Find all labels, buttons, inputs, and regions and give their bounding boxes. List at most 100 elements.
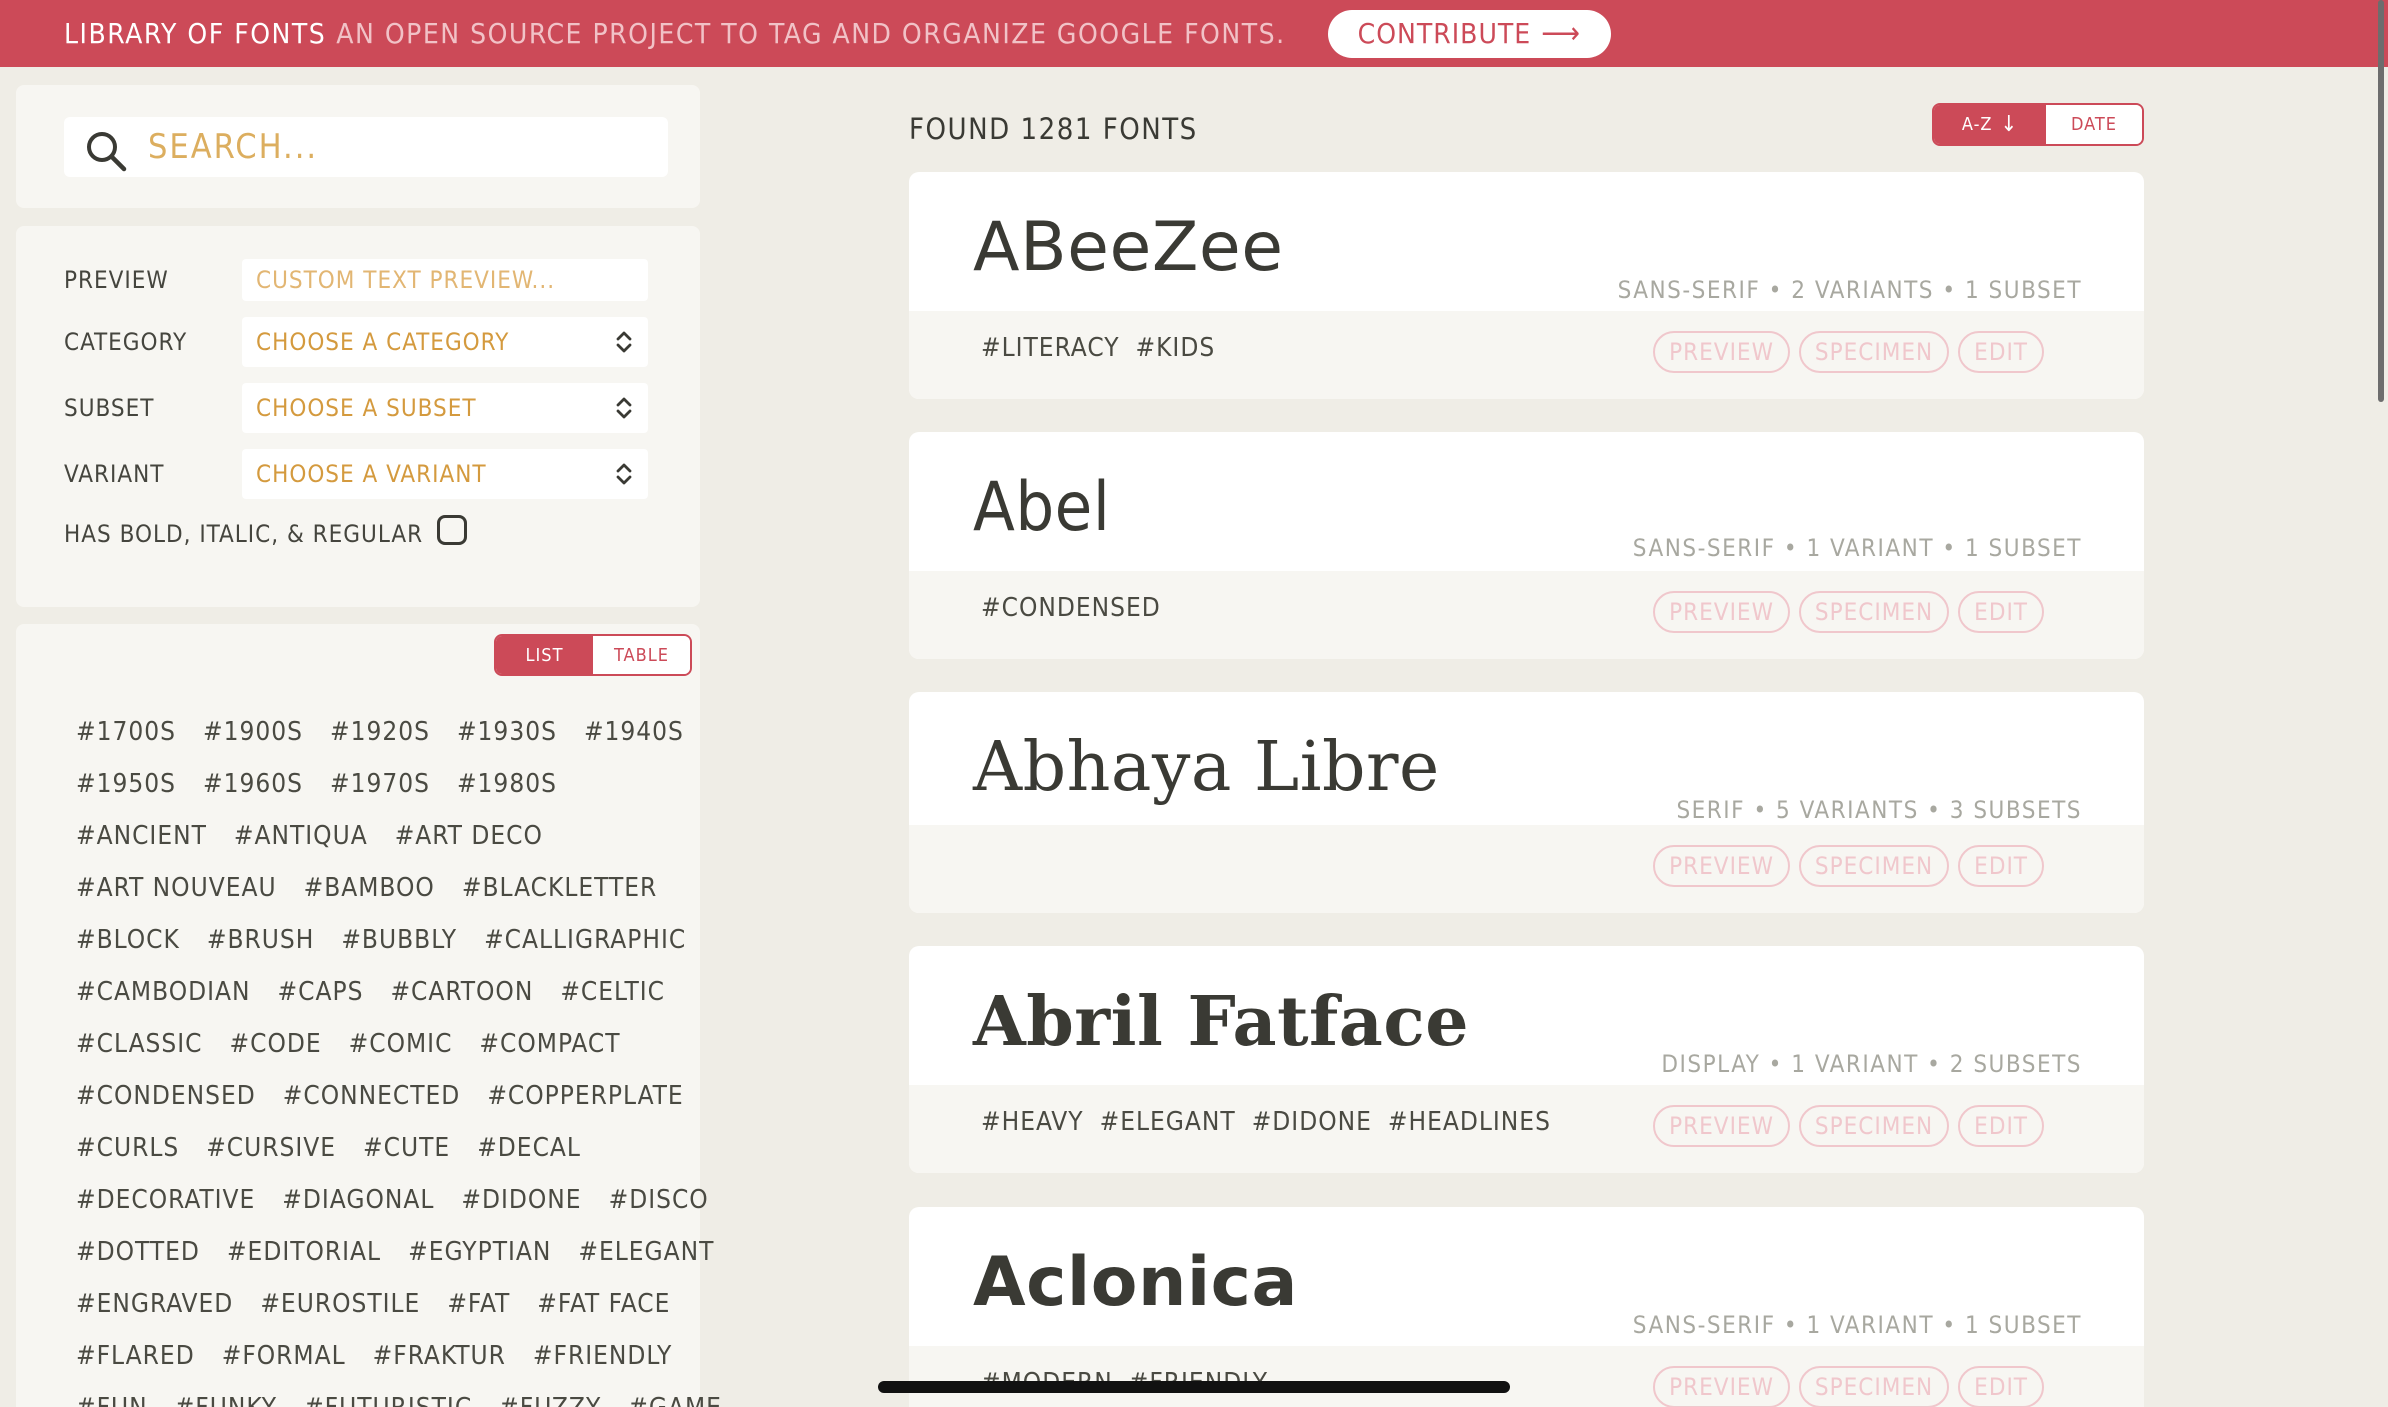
sort-date-button[interactable]: DATE [2046,105,2142,144]
tag-filter-link[interactable]: #CLASSIC [76,1029,203,1059]
edit-button[interactable]: EDIT [1958,331,2044,373]
tag-filter-link[interactable]: #ELEGANT [578,1237,714,1267]
edit-button[interactable]: EDIT [1958,591,2044,633]
edit-button[interactable]: EDIT [1958,1366,2044,1407]
tag-filter-link[interactable]: #DIDONE [461,1185,581,1215]
tag-filter-link[interactable]: #1980S [457,769,557,799]
preview-button[interactable]: PREVIEW [1653,1366,1790,1407]
font-name[interactable]: Abel [973,468,1110,547]
font-tag-link[interactable]: #CONDENSED [981,593,1161,623]
font-name[interactable]: ABeeZee [973,208,1284,287]
table-view-button[interactable]: TABLE [593,636,690,674]
specimen-button[interactable]: SPECIMEN [1798,591,1950,633]
font-tag-link[interactable]: #HEAVY [981,1107,1084,1137]
tag-filter-link[interactable]: #1940S [584,717,684,747]
tag-filter-link[interactable]: #BLOCK [76,925,180,955]
tag-filter-link[interactable]: #CONNECTED [283,1081,461,1111]
subset-select[interactable]: CHOOSE A SUBSET [242,383,648,433]
tag-filter-link[interactable]: #BRUSH [207,925,314,955]
tag-filter-link[interactable]: #ART DECO [395,821,543,851]
tag-filter-link[interactable]: #1970S [330,769,430,799]
tag-filter-link[interactable]: #FAT [447,1289,510,1319]
tag-filter-link[interactable]: #BUBBLY [341,925,457,955]
preview-button[interactable]: PREVIEW [1653,331,1790,373]
tag-filter-link[interactable]: #BLACKLETTER [462,873,657,903]
specimen-button[interactable]: SPECIMEN [1798,1105,1950,1147]
tag-filter-link[interactable]: #CALLIGRAPHIC [484,925,686,955]
tag-filter-link[interactable]: #ANCIENT [76,821,207,851]
tag-filter-link[interactable]: #FORMAL [222,1341,346,1371]
font-tag-link[interactable]: #DIDONE [1252,1107,1372,1137]
font-card[interactable]: Abel SANS-SERIF • 1 VARIANT • 1 SUBSET #CO… [909,432,2144,659]
tag-filter-link[interactable]: #CURSIVE [206,1133,336,1163]
tag-filter-link[interactable]: #GAME [628,1393,722,1407]
tag-filter-link[interactable]: #FUN [76,1393,148,1407]
page-scrollbar[interactable] [2378,0,2384,402]
tag-filter-link[interactable]: #EDITORIAL [227,1237,381,1267]
tag-filter-link[interactable]: #DISCO [609,1185,709,1215]
font-name[interactable]: Abhaya Libre [973,728,1440,807]
tag-filter-link[interactable]: #BAMBOO [304,873,435,903]
tag-filter-link[interactable]: #CAMBODIAN [76,977,251,1007]
tag-filter-link[interactable]: #FLARED [76,1341,195,1371]
font-card[interactable]: Abril Fatface DISPLAY • 1 VARIANT • 2 SUB… [909,946,2144,1173]
edit-button[interactable]: EDIT [1958,845,2044,887]
tag-filter-link[interactable]: #COPPERPLATE [487,1081,683,1111]
font-card[interactable]: ABeeZee SANS-SERIF • 2 VARIANTS • 1 SUBSE… [909,172,2144,399]
search-input[interactable] [148,127,648,167]
tag-filter-link[interactable]: #EGYPTIAN [408,1237,551,1267]
preview-button[interactable]: PREVIEW [1653,1105,1790,1147]
tag-filter-link[interactable]: #CAPS [278,977,364,1007]
custom-preview-input[interactable]: CUSTOM TEXT PREVIEW... [242,259,648,301]
list-view-button[interactable]: LIST [496,636,593,674]
edit-button[interactable]: EDIT [1958,1105,2044,1147]
font-tag-link[interactable]: #HEADLINES [1388,1107,1551,1137]
category-select[interactable]: CHOOSE A CATEGORY [242,317,648,367]
tag-filter-link[interactable]: #EUROSTILE [260,1289,420,1319]
search-box[interactable] [64,117,668,177]
preview-button[interactable]: PREVIEW [1653,845,1790,887]
tag-filter-link[interactable]: #FUTURISTIC [304,1393,472,1407]
tag-filter-link[interactable]: #CURLS [76,1133,179,1163]
specimen-button[interactable]: SPECIMEN [1798,331,1950,373]
site-title[interactable]: LIBRARY OF FONTS [64,17,326,50]
tag-filter-link[interactable]: #CUTE [363,1133,450,1163]
sort-az-button[interactable]: A-Z ↓ [1934,105,2046,144]
tag-filter-link[interactable]: #CONDENSED [76,1081,256,1111]
specimen-button[interactable]: SPECIMEN [1798,1366,1950,1407]
tag-filter-link[interactable]: #COMPACT [479,1029,620,1059]
variant-select[interactable]: CHOOSE A VARIANT [242,449,648,499]
font-name[interactable]: Abril Fatface [973,982,1469,1062]
font-tag-link[interactable]: #KIDS [1135,333,1215,363]
tag-filter-link[interactable]: #DIAGONAL [282,1185,434,1215]
tag-filter-link[interactable]: #ANTIQUA [234,821,368,851]
tag-filter-link[interactable]: #CODE [230,1029,322,1059]
tag-filter-link[interactable]: #CELTIC [560,977,665,1007]
tag-filter-link[interactable]: #DOTTED [76,1237,200,1267]
tag-filter-link[interactable]: #1930S [457,717,557,747]
font-tag-link[interactable]: #LITERACY [981,333,1119,363]
font-card[interactable]: Abhaya Libre SERIF • 5 VARIANTS • 3 SUBSE… [909,692,2144,913]
tag-filter-link[interactable]: #1920S [330,717,430,747]
tag-filter-link[interactable]: #1700S [76,717,176,747]
tag-filter-link[interactable]: #DECORATIVE [76,1185,255,1215]
font-tag-link[interactable]: #ELEGANT [1100,1107,1236,1137]
tag-filter-link[interactable]: #COMIC [349,1029,453,1059]
tag-filter-link[interactable]: #1950S [76,769,176,799]
tag-filter-link[interactable]: #ART NOUVEAU [76,873,277,903]
font-name[interactable]: Aclonica [973,1243,1298,1322]
tag-filter-link[interactable]: #FUNKY [175,1393,277,1407]
tag-filter-link[interactable]: #FUZZY [499,1393,601,1407]
tag-filter-link[interactable]: #CARTOON [390,977,533,1007]
preview-button[interactable]: PREVIEW [1653,591,1790,633]
has-bold-italic-regular-checkbox[interactable] [437,515,468,545]
tag-filter-link[interactable]: #DECAL [477,1133,581,1163]
tag-filter-link[interactable]: #ENGRAVED [76,1289,233,1319]
contribute-button[interactable]: CONTRIBUTE ⟶ [1327,9,1611,58]
tag-filter-link[interactable]: #1900S [203,717,303,747]
tag-filter-link[interactable]: #FAT FACE [537,1289,670,1319]
tag-filter-link[interactable]: #1960S [203,769,303,799]
specimen-button[interactable]: SPECIMEN [1798,845,1950,887]
tag-filter-link[interactable]: #FRAKTUR [373,1341,506,1371]
tag-filter-link[interactable]: #FRIENDLY [533,1341,672,1371]
